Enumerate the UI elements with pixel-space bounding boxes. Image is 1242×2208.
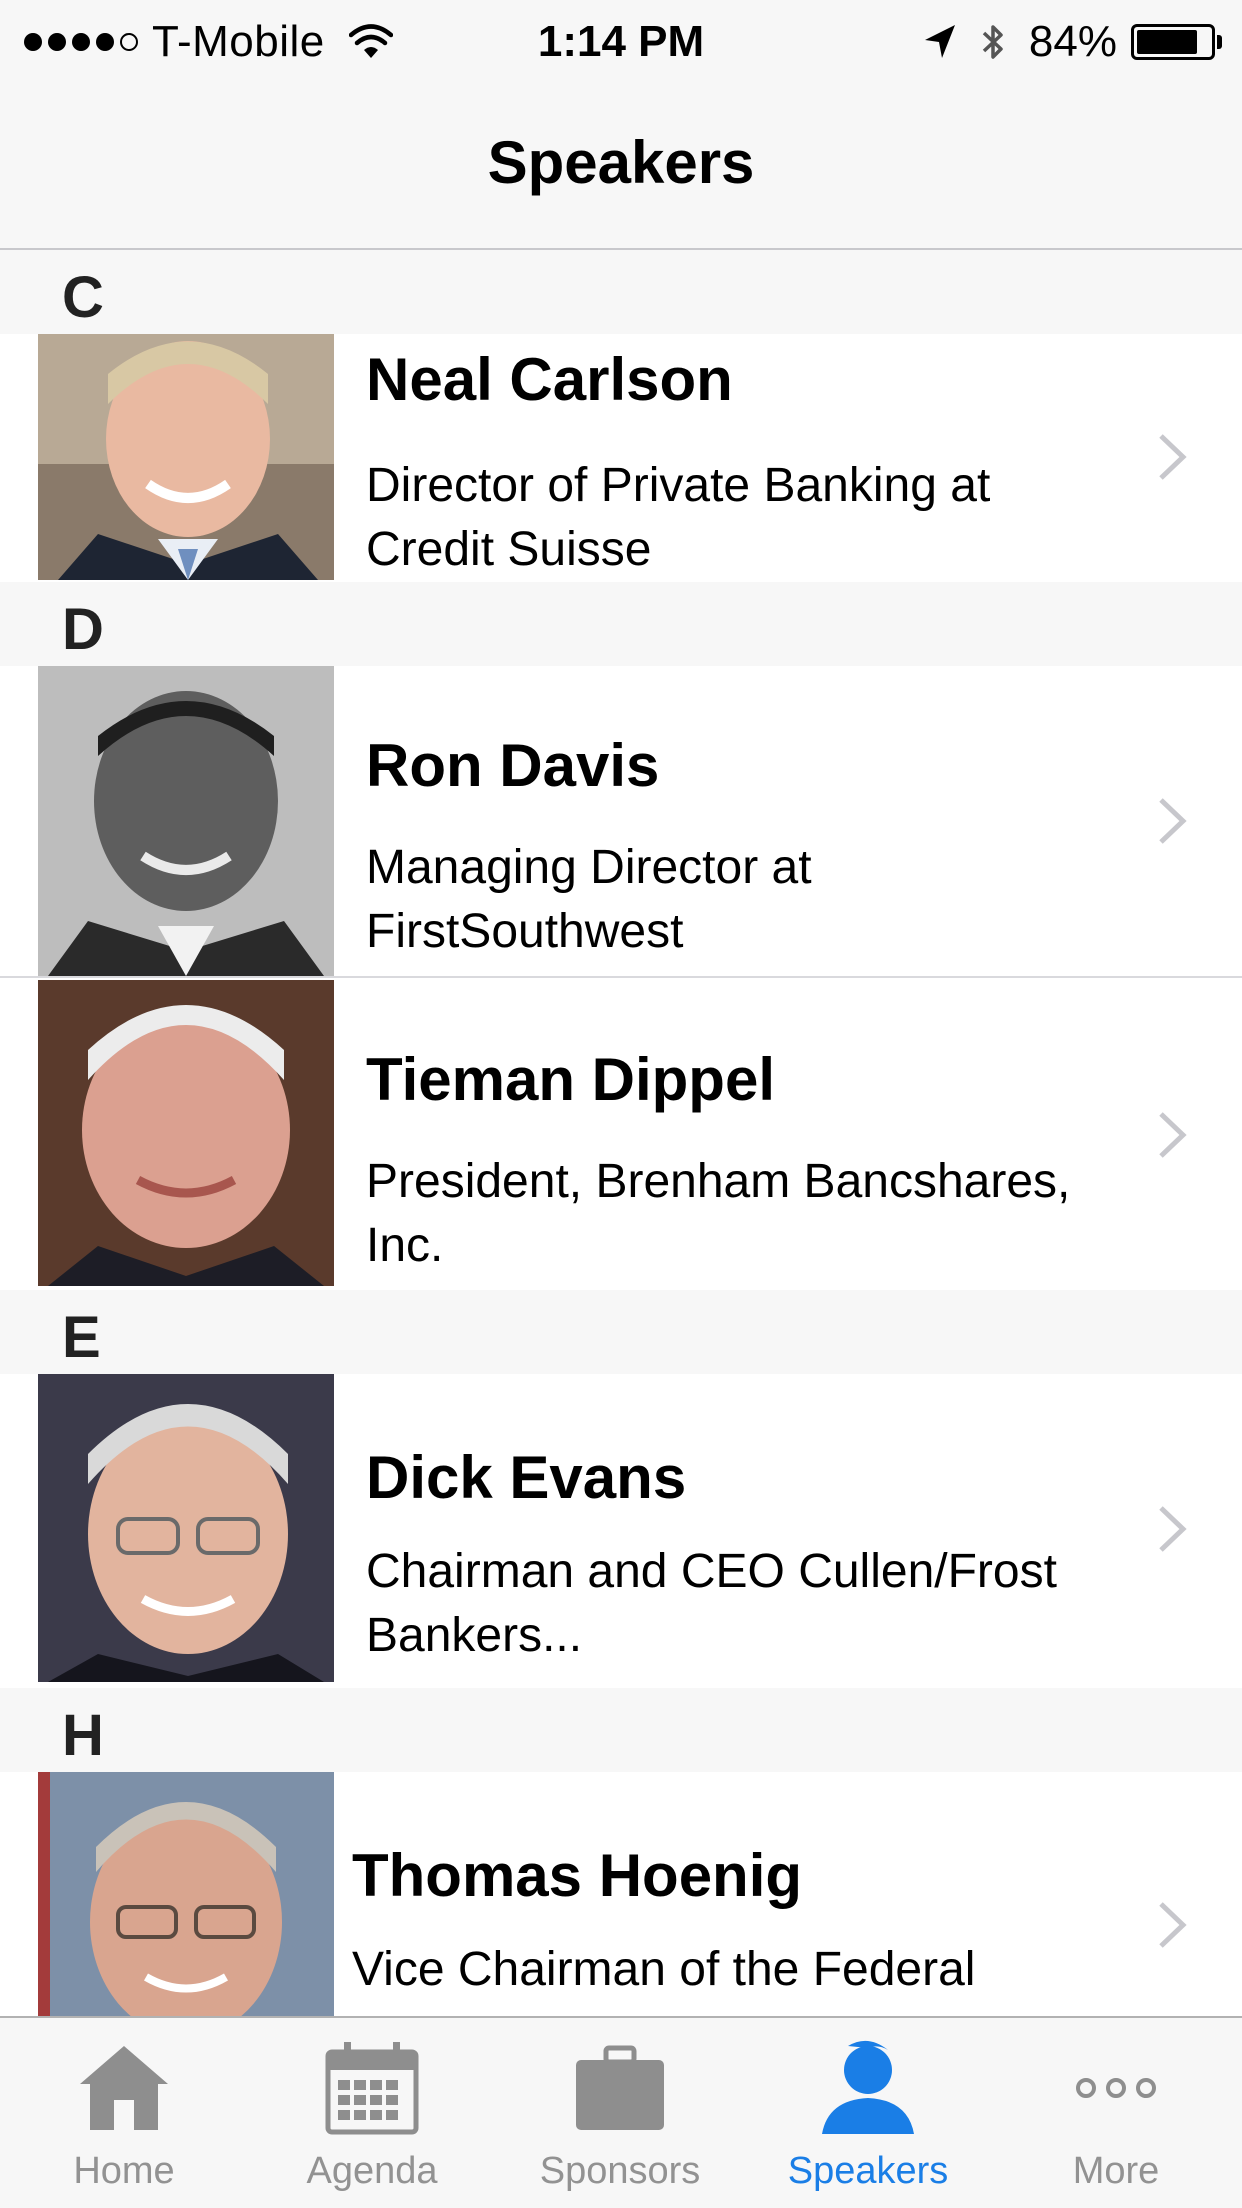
navigation-bar: Speakers — [0, 84, 1242, 250]
speaker-row-tieman-dippel[interactable]: Tieman Dippel President, Brenham Bancsha… — [0, 980, 1242, 1288]
battery-fill — [1137, 30, 1197, 54]
tab-label: Home — [73, 2150, 175, 2192]
tab-label: More — [1072, 2150, 1160, 2192]
speaker-name: Ron Davis — [366, 732, 660, 799]
speaker-title: Director of Private Banking at Credit Su… — [366, 459, 991, 576]
section-header-c: C — [0, 250, 1242, 334]
speaker-name: Neal Carlson — [366, 346, 733, 413]
speaker-title: President, Brenham Bancshares, Inc. — [366, 1155, 1071, 1272]
battery-icon — [1131, 24, 1215, 60]
speaker-row-thomas-hoenig[interactable]: Thomas Hoenig Vice Chairman of the Feder… — [0, 1772, 1242, 2016]
status-bar: T-Mobile 1:14 PM 84% — [0, 0, 1242, 84]
speaker-row-ron-davis[interactable]: Ron Davis Managing Director at FirstSout… — [0, 666, 1242, 978]
section-letter: H — [62, 1703, 104, 1768]
tab-home[interactable]: Home — [0, 2018, 248, 2208]
briefcase-icon — [576, 2045, 664, 2130]
speaker-title: Managing Director at FirstSouthwest — [366, 841, 812, 958]
speaker-photo — [38, 1772, 334, 2016]
speaker-photo — [38, 666, 334, 976]
person-icon — [822, 2040, 914, 2134]
speakers-list[interactable]: C Neal Carlson Director of Private Banki… — [0, 250, 1242, 2016]
section-header-d: D — [0, 582, 1242, 666]
chevron-right-icon — [1159, 434, 1187, 480]
chevron-right-icon — [1159, 798, 1187, 844]
tab-label: Agenda — [306, 2150, 438, 2192]
speaker-title: Chairman and CEO Cullen/Frost Bankers... — [366, 1545, 1057, 1662]
speaker-name: Dick Evans — [366, 1444, 687, 1511]
battery-cap — [1217, 35, 1222, 49]
home-icon — [80, 2046, 168, 2130]
more-dots-icon — [1076, 2078, 1156, 2098]
tab-label: Sponsors — [539, 2150, 701, 2192]
section-letter: D — [62, 597, 104, 662]
bluetooth-icon — [982, 25, 1003, 59]
speaker-photo — [38, 1374, 334, 1682]
chevron-right-icon — [1159, 1902, 1187, 1948]
status-right: 84% — [921, 14, 1222, 70]
tab-bar: Home Agenda Sponsors Speakers More — [0, 2016, 1242, 2208]
speaker-row-dick-evans[interactable]: Dick Evans Chairman and CEO Cullen/Frost… — [0, 1374, 1242, 1686]
battery-percent: 84% — [1028, 17, 1117, 66]
tab-more[interactable]: More — [992, 2018, 1240, 2208]
chevron-right-icon — [1159, 1112, 1187, 1158]
section-letter: C — [62, 265, 104, 330]
section-header-h: H — [0, 1688, 1242, 1772]
speaker-name: Thomas Hoenig — [352, 1842, 803, 1909]
speaker-title: Vice Chairman of the Federal — [352, 1943, 976, 1996]
tab-sponsors[interactable]: Sponsors — [496, 2018, 744, 2208]
tab-speakers[interactable]: Speakers — [744, 2018, 992, 2208]
calendar-icon — [325, 2042, 419, 2135]
speaker-photo — [38, 980, 334, 1286]
speaker-row-neal-carlson[interactable]: Neal Carlson Director of Private Banking… — [0, 334, 1242, 580]
chevron-right-icon — [1159, 1506, 1187, 1552]
speaker-photo — [38, 334, 334, 580]
speaker-name: Tieman Dippel — [366, 1046, 775, 1113]
location-arrow-icon — [924, 25, 955, 58]
page-title: Speakers — [487, 129, 755, 196]
section-letter: E — [62, 1305, 101, 1370]
tab-label: Speakers — [787, 2150, 949, 2192]
tab-agenda[interactable]: Agenda — [248, 2018, 496, 2208]
section-header-e: E — [0, 1290, 1242, 1374]
